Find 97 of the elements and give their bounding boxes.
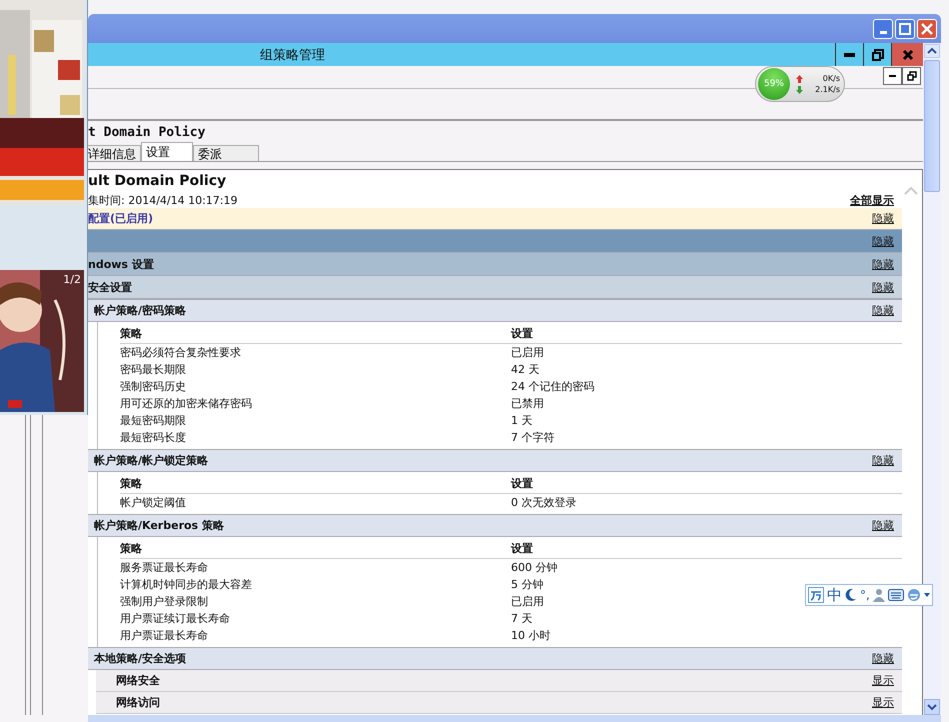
maximize-button[interactable] xyxy=(895,18,915,38)
input-mode-toggle[interactable]: 中 xyxy=(827,586,842,604)
table-cell-text: 强制用户登录限制 xyxy=(120,594,209,609)
table-cell: 1 天 xyxy=(511,413,532,428)
slide-counter: 1/2 xyxy=(63,273,81,286)
minimize-icon xyxy=(844,52,856,58)
tab[interactable]: 详细信息 xyxy=(88,145,141,161)
section-title: 帐户策略/帐户锁定策略 xyxy=(94,453,208,468)
section-title: 网络安全 xyxy=(116,673,160,688)
punctuation-toggle[interactable]: °, xyxy=(860,588,870,602)
section-header[interactable]: 隐藏 xyxy=(88,230,902,253)
table-cell-text: 用户票证最长寿命 xyxy=(120,628,209,643)
section-header[interactable]: 帐户策略/帐户锁定策略 隐藏 xyxy=(88,449,902,472)
section-header[interactable]: 帐户策略/密码策略 隐藏 xyxy=(88,299,902,322)
download-arrow-icon xyxy=(796,86,803,94)
section-header[interactable]: 帐户策略/Kerberos 策略 隐藏 xyxy=(88,514,902,537)
table-cell: 7 天 xyxy=(511,611,532,626)
toggle-link[interactable]: 隐藏 xyxy=(872,518,894,533)
minimize-button[interactable] xyxy=(883,67,902,85)
table-cell: 0 次无效登录 xyxy=(511,495,576,510)
horizontal-scrollbar[interactable] xyxy=(88,715,941,722)
gpo-title: t Domain Policy xyxy=(88,124,206,142)
table-cell-text: 最短密码长度 xyxy=(120,430,187,445)
table-cell-text: 密码最长期限 xyxy=(120,362,187,377)
scroll-down-icon[interactable] xyxy=(924,699,940,715)
section-title: 帐户策略/密码策略 xyxy=(94,303,186,318)
table-cell-text: 强制密码历史 xyxy=(120,379,187,394)
table-cell-text: 用户票证续订最长寿命 xyxy=(120,611,231,626)
restore-icon xyxy=(872,48,884,60)
section-title: 安全设置 xyxy=(88,280,132,294)
table-cell-text: 计算机时钟同步的最大容差 xyxy=(120,577,253,592)
user-icon[interactable] xyxy=(872,588,885,602)
maximize-icon xyxy=(899,22,911,34)
restore-icon xyxy=(906,71,916,81)
section-header[interactable]: ndows 设置 隐藏 xyxy=(88,253,902,276)
toggle-link[interactable]: 隐藏 xyxy=(872,234,894,248)
section-header[interactable]: 安全设置 隐藏 xyxy=(88,276,902,299)
column-header: 设置 xyxy=(511,476,533,491)
toggle-link[interactable]: 隐藏 xyxy=(872,280,894,294)
table-cell: 7 个字符 xyxy=(511,430,554,445)
upload-rate: 0K/s xyxy=(822,74,840,83)
section-header[interactable]: 网络安全 显示 xyxy=(96,670,902,692)
section-title: ndows 设置 xyxy=(88,256,154,272)
vertical-scrollbar[interactable] xyxy=(923,43,941,715)
column-header: 策略 xyxy=(120,476,143,491)
table-cell: 24 个记住的密码 xyxy=(511,379,594,394)
toggle-link[interactable]: 显示 xyxy=(872,695,894,710)
table-cell-text: 最短密码期限 xyxy=(120,413,187,428)
toggle-link[interactable]: 隐藏 xyxy=(872,651,894,666)
table-cell: 已禁用 xyxy=(511,396,544,411)
keyboard-icon[interactable] xyxy=(888,589,904,601)
table-cell: 42 天 xyxy=(511,362,540,377)
section-title: 网络访问 xyxy=(116,695,160,710)
close-button[interactable] xyxy=(891,43,923,66)
minimize-icon xyxy=(888,74,896,78)
window-title: 组策略管理 xyxy=(260,46,325,64)
toggle-link[interactable]: 隐藏 xyxy=(872,211,894,226)
table-cell: 600 分钟 xyxy=(511,560,558,575)
ime-logo-icon[interactable] xyxy=(808,587,824,603)
tab[interactable]: 委派 xyxy=(193,145,259,161)
column-header: 策略 xyxy=(120,541,143,556)
toggle-link[interactable]: 隐藏 xyxy=(872,256,894,272)
table-cell: 已启用 xyxy=(511,345,544,360)
table-cell-text: 帐户锁定阈值 xyxy=(120,495,187,510)
table-cell-text: 服务票证最长寿命 xyxy=(120,560,209,575)
minimize-icon xyxy=(880,31,886,34)
table-cell: 5 分钟 xyxy=(511,577,544,592)
close-icon xyxy=(921,22,933,34)
toggle-link[interactable]: 显示 xyxy=(872,673,894,688)
scroll-thumb[interactable] xyxy=(924,60,940,192)
table-cell: 已启用 xyxy=(511,594,544,609)
usage-ball: 59% xyxy=(758,68,790,100)
column-header: 设置 xyxy=(511,541,533,556)
table-cell-text: 用可还原的加密来储存密码 xyxy=(120,396,253,411)
table-cell-text: 密码必须符合复杂性要求 xyxy=(120,345,242,360)
toggle-link[interactable]: 隐藏 xyxy=(872,453,894,468)
toggle-link[interactable]: 隐藏 xyxy=(872,303,894,318)
section-title: 配置(已启用) xyxy=(88,211,154,226)
report-title: ult Domain Policy xyxy=(88,172,228,190)
table-cell: 10 小时 xyxy=(511,628,550,643)
section-title: 帐户策略/Kerberos 策略 xyxy=(94,518,224,533)
column-header: 设置 xyxy=(511,326,533,341)
download-rate: 2.1K/s xyxy=(815,85,840,94)
upload-arrow-icon xyxy=(796,74,803,82)
close-icon xyxy=(902,48,914,60)
section-title: 本地策略/安全选项 xyxy=(94,651,186,666)
collection-time: 集时间: 2014/4/14 10:17:19 xyxy=(88,193,238,208)
tab[interactable]: 设置 xyxy=(141,142,193,161)
restore-button[interactable] xyxy=(902,67,921,85)
section-header[interactable]: 本地策略/安全选项 隐藏 xyxy=(88,647,902,670)
section-header[interactable]: 配置(已启用) 隐藏 xyxy=(88,208,902,230)
show-all-link[interactable]: 全部显示 xyxy=(850,193,894,208)
scroll-up-icon[interactable] xyxy=(924,44,940,58)
section-header[interactable]: 网络访问 显示 xyxy=(96,692,902,714)
moon-icon[interactable] xyxy=(845,588,857,602)
column-header: 策略 xyxy=(120,326,143,341)
dropdown-icon[interactable] xyxy=(924,593,930,597)
